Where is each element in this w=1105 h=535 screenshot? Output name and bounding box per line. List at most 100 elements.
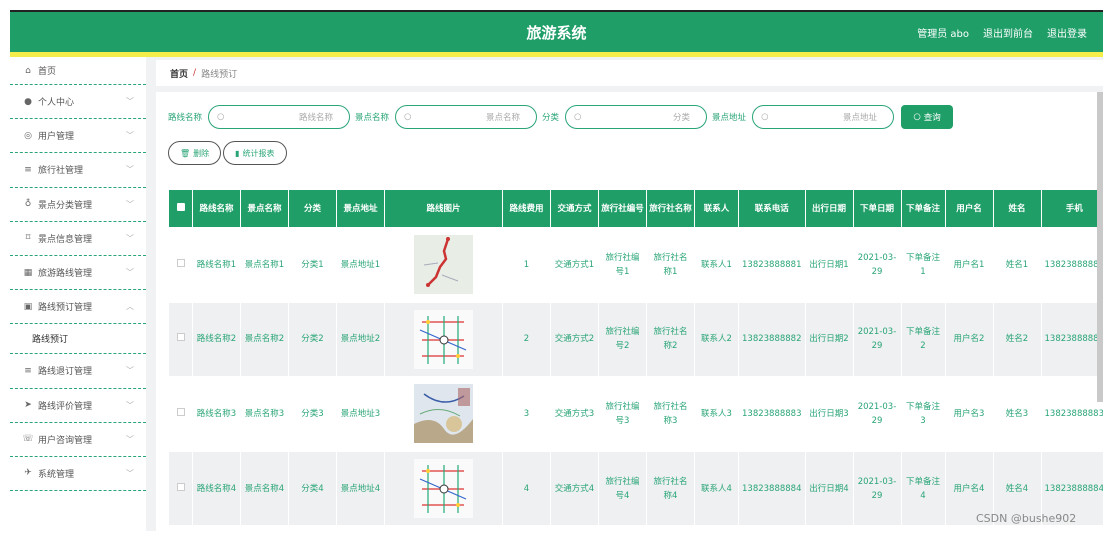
route-image-cell [384,301,503,378]
spot-name-input[interactable]: ○ 景点名称 [395,105,538,129]
cell-phone: 13823888882 [738,301,806,378]
table-row[interactable]: 路线名称2 景点名称2 分类2 景点地址2 2 交通方式2 旅行社编号2 旅行社名称2 联系人2… [168,301,1103,378]
cell-phone: 13823888883 [738,376,806,452]
column-header[interactable]: 下单备注 [900,189,946,228]
chevron-down-icon: ﹀ [126,199,134,209]
column-header[interactable]: 下单日期 [852,189,902,228]
row-select-cell[interactable] [168,376,193,452]
cell-fee: 2 [502,301,551,378]
route-image[interactable] [414,309,473,369]
accent-bar [10,52,1103,57]
logout-link[interactable]: 退出登录 [1047,25,1087,40]
cell-agency-no: 旅行社编号4 [598,450,647,527]
frontend-link[interactable]: 退出到前台 [983,25,1033,40]
cell-contact: 联系人4 [694,450,739,527]
cell-mobile: 13823888882 [1040,301,1103,378]
search-bar: 路线名称 ○ 路线名称 景点名称 ○ 景点名称 分类 ○ 分类 景点地址 ○ 景点地址 … [168,105,954,129]
sidebar-item[interactable]: ◎ 用户管理 ﹀ [10,119,146,154]
cell-name: 姓名1 [992,227,1042,303]
cell-travel-date: 出行日期1 [804,227,854,303]
cell-fee: 1 [502,227,551,303]
cell-mobile: 13823888883 [1040,376,1103,452]
column-header[interactable]: 路线名称 [192,189,241,228]
users-icon: ◎ [24,130,32,141]
query-button[interactable]: ○ 查询 [901,105,954,129]
table-body: 路线名称1 景点名称1 分类1 景点地址1 1 交通方式1 旅行社编号1 旅行社名称1 联系人1… [168,227,1103,527]
cell-transport: 交通方式2 [550,301,599,378]
column-header[interactable]: 出行日期 [804,189,854,228]
table-row[interactable]: 路线名称1 景点名称1 分类1 景点地址1 1 交通方式1 旅行社编号1 旅行社名称1 联系人1… [168,227,1103,303]
sidebar-item-label: 个人中心 [38,98,75,109]
list-icon: ≡ [24,164,32,175]
category-placeholder: 分类 [673,113,691,123]
column-header[interactable]: 用户名 [944,189,994,228]
column-header[interactable]: 路线图片 [384,189,503,228]
mic-icon: ♁ [24,199,32,210]
sidebar-item[interactable]: ☏ 用户咨询管理 ﹀ [10,423,146,457]
select-all-checkbox[interactable] [176,202,185,211]
column-header[interactable]: 姓名 [992,189,1042,228]
cell-address: 景点地址2 [336,301,385,378]
cell-username: 用户名3 [944,376,994,452]
row-checkbox[interactable] [176,482,185,491]
sidebar-item[interactable]: ≡ 路线退订管理 ﹀ [10,354,146,389]
category-input[interactable]: ○ 分类 [565,105,708,129]
breadcrumb-home[interactable]: 首页 [170,67,188,80]
delete-button[interactable]: 🗑 删除 [168,141,222,165]
column-header[interactable]: 联系电话 [738,189,806,228]
cell-category: 分类3 [288,376,337,452]
breadcrumb-separator: / [193,68,197,78]
column-header[interactable]: 分类 [288,189,337,228]
table-header-row: 路线名称 景点名称 分类 景点地址 路线图片 路线费用 交通方式 旅行社编号 旅行社名称 联系人联… [168,189,1103,228]
cell-travel-date: 出行日期4 [804,450,854,527]
spot-address-input[interactable]: ○ 景点地址 [752,105,895,129]
row-checkbox[interactable] [176,258,185,267]
column-header[interactable]: 联系人 [694,189,739,228]
sidebar-item[interactable]: ⌑ 景点信息管理 ﹀ [10,222,146,256]
sidebar-item[interactable]: ≡ 旅行社管理 ﹀ [10,153,146,188]
route-image[interactable] [414,235,473,295]
row-select-cell[interactable] [168,450,193,527]
route-name-label: 路线名称 [168,113,203,123]
route-image[interactable] [414,459,473,519]
bag-icon: ▣ [23,301,33,312]
column-header[interactable]: 手机 [1040,189,1103,228]
select-all-header[interactable] [168,189,193,228]
cell-username: 用户名2 [944,301,994,378]
sidebar-item[interactable]: ▣ 路线预订管理 ︿ [10,290,146,325]
cell-phone: 13823888881 [738,227,806,303]
table-row[interactable]: 路线名称3 景点名称3 分类3 景点地址3 3 交通方式3 旅行社编号3 旅行社名称3 联系人3… [168,376,1103,452]
chevron-down-icon: ﹀ [126,366,134,376]
system-icon: ✈ [24,468,32,479]
column-header[interactable]: 旅行社编号 [598,189,647,228]
row-checkbox[interactable] [176,407,185,416]
cell-mobile: 13823888881 [1040,227,1103,303]
route-image-cell [384,227,503,303]
route-name-input[interactable]: ○ 路线名称 [208,105,351,129]
cell-transport: 交通方式3 [550,376,599,452]
row-checkbox[interactable] [176,333,185,342]
sidebar-item[interactable]: ⌂ 首页 [10,57,146,85]
sidebar-item[interactable]: ♁ 景点分类管理 ﹀ [10,188,146,222]
row-select-cell[interactable] [168,227,193,303]
table-row[interactable]: 路线名称4 景点名称4 分类4 景点地址4 4 交通方式4 旅行社编号4 旅行社名称4 联系人4… [168,450,1103,527]
vertical-scrollbar[interactable] [1097,92,1103,402]
sidebar-item[interactable]: ● 个人中心 ﹀ [10,85,146,120]
column-header[interactable]: 景点名称 [240,189,289,228]
column-header[interactable]: 路线费用 [502,189,551,228]
cell-name: 姓名3 [992,376,1042,452]
query-button-label: 查询 [923,113,941,123]
column-header[interactable]: 旅行社名称 [646,189,695,228]
column-header[interactable]: 景点地址 [336,189,385,228]
route-image[interactable] [414,384,473,444]
sidebar-item[interactable]: ✈ 系统管理 ﹀ [10,457,146,492]
sidebar-item[interactable]: ➤ 路线评价管理 ﹀ [10,389,146,423]
column-header[interactable]: 交通方式 [550,189,599,228]
admin-label[interactable]: 管理员 abo [917,25,969,40]
stats-report-button[interactable]: ▮ 统计报表 [223,141,287,165]
sidebar-subitem[interactable]: 路线预订 [10,324,146,355]
chevron-down-icon: ﹀ [126,97,134,107]
cell-spot: 景点名称4 [240,450,289,527]
row-select-cell[interactable] [168,301,193,378]
sidebar-item[interactable]: ▦ 旅游路线管理 ﹀ [10,256,146,291]
